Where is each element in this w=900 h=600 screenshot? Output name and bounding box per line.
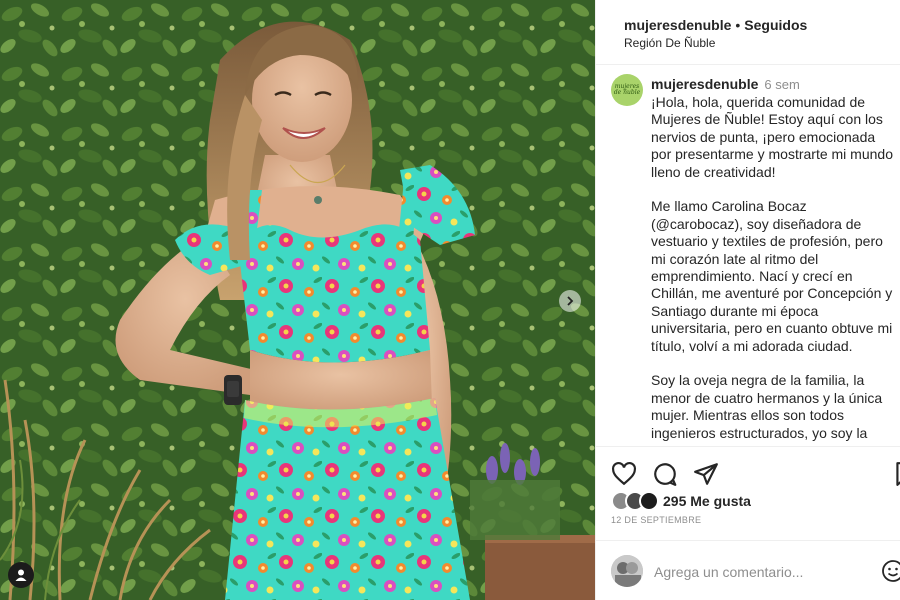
- user-avatar: [611, 555, 643, 587]
- header-separator: •: [735, 17, 741, 33]
- tagged-users-button[interactable]: [8, 562, 34, 588]
- caption-area: mujeres de ñuble mujeresdenuble 6 sem ¡Ho…: [596, 66, 900, 446]
- caption-header: mujeresdenuble 6 sem: [651, 76, 800, 92]
- likes-count[interactable]: 295 Me gusta: [663, 493, 751, 509]
- avatar-photo: [611, 555, 643, 587]
- post-photo: [0, 0, 595, 600]
- caption-text: ¡Hola, hola, querida comunidad de Mujere…: [651, 94, 899, 446]
- chevron-right-icon: [567, 296, 574, 306]
- caption-paragraph: ¡Hola, hola, querida comunidad de Mujere…: [651, 94, 893, 180]
- comment-bar: [596, 540, 900, 600]
- bookmark-icon[interactable]: [892, 461, 900, 487]
- post-image: [0, 0, 595, 600]
- likes-row[interactable]: 295 Me gusta: [611, 490, 751, 512]
- post-side-panel: mujeresdenuble • Seguidos Región De Ñuble …: [595, 0, 900, 600]
- comment-input[interactable]: [654, 561, 854, 583]
- send-icon[interactable]: [693, 461, 719, 487]
- comment-icon[interactable]: [652, 461, 678, 487]
- caption-avatar[interactable]: mujeres de ñuble: [611, 74, 643, 106]
- liker-avatar: [639, 491, 659, 511]
- user-icon: [15, 569, 27, 581]
- header-line: mujeresdenuble • Seguidos: [624, 16, 900, 34]
- header-username[interactable]: mujeresdenuble: [624, 17, 731, 33]
- carousel-next-button[interactable]: [559, 290, 581, 312]
- heart-icon[interactable]: [611, 461, 637, 487]
- post-date[interactable]: 12 DE SEPTIEMBRE: [611, 515, 701, 525]
- location-link[interactable]: Región De Ñuble: [624, 36, 900, 50]
- caption-paragraph: Me llamo Carolina Bocaz (@carobocaz), so…: [651, 198, 893, 354]
- smiley-icon[interactable]: [881, 559, 900, 583]
- caption-username[interactable]: mujeresdenuble: [651, 76, 758, 92]
- follow-status-button[interactable]: Seguidos: [744, 17, 807, 33]
- caption-time[interactable]: 6 sem: [764, 77, 799, 92]
- caption-paragraph: Soy la oveja negra de la familia, la men…: [651, 372, 883, 441]
- post-header: mujeresdenuble • Seguidos Región De Ñuble: [596, 0, 900, 65]
- avatar-logo-text: mujeres de ñuble: [613, 83, 641, 96]
